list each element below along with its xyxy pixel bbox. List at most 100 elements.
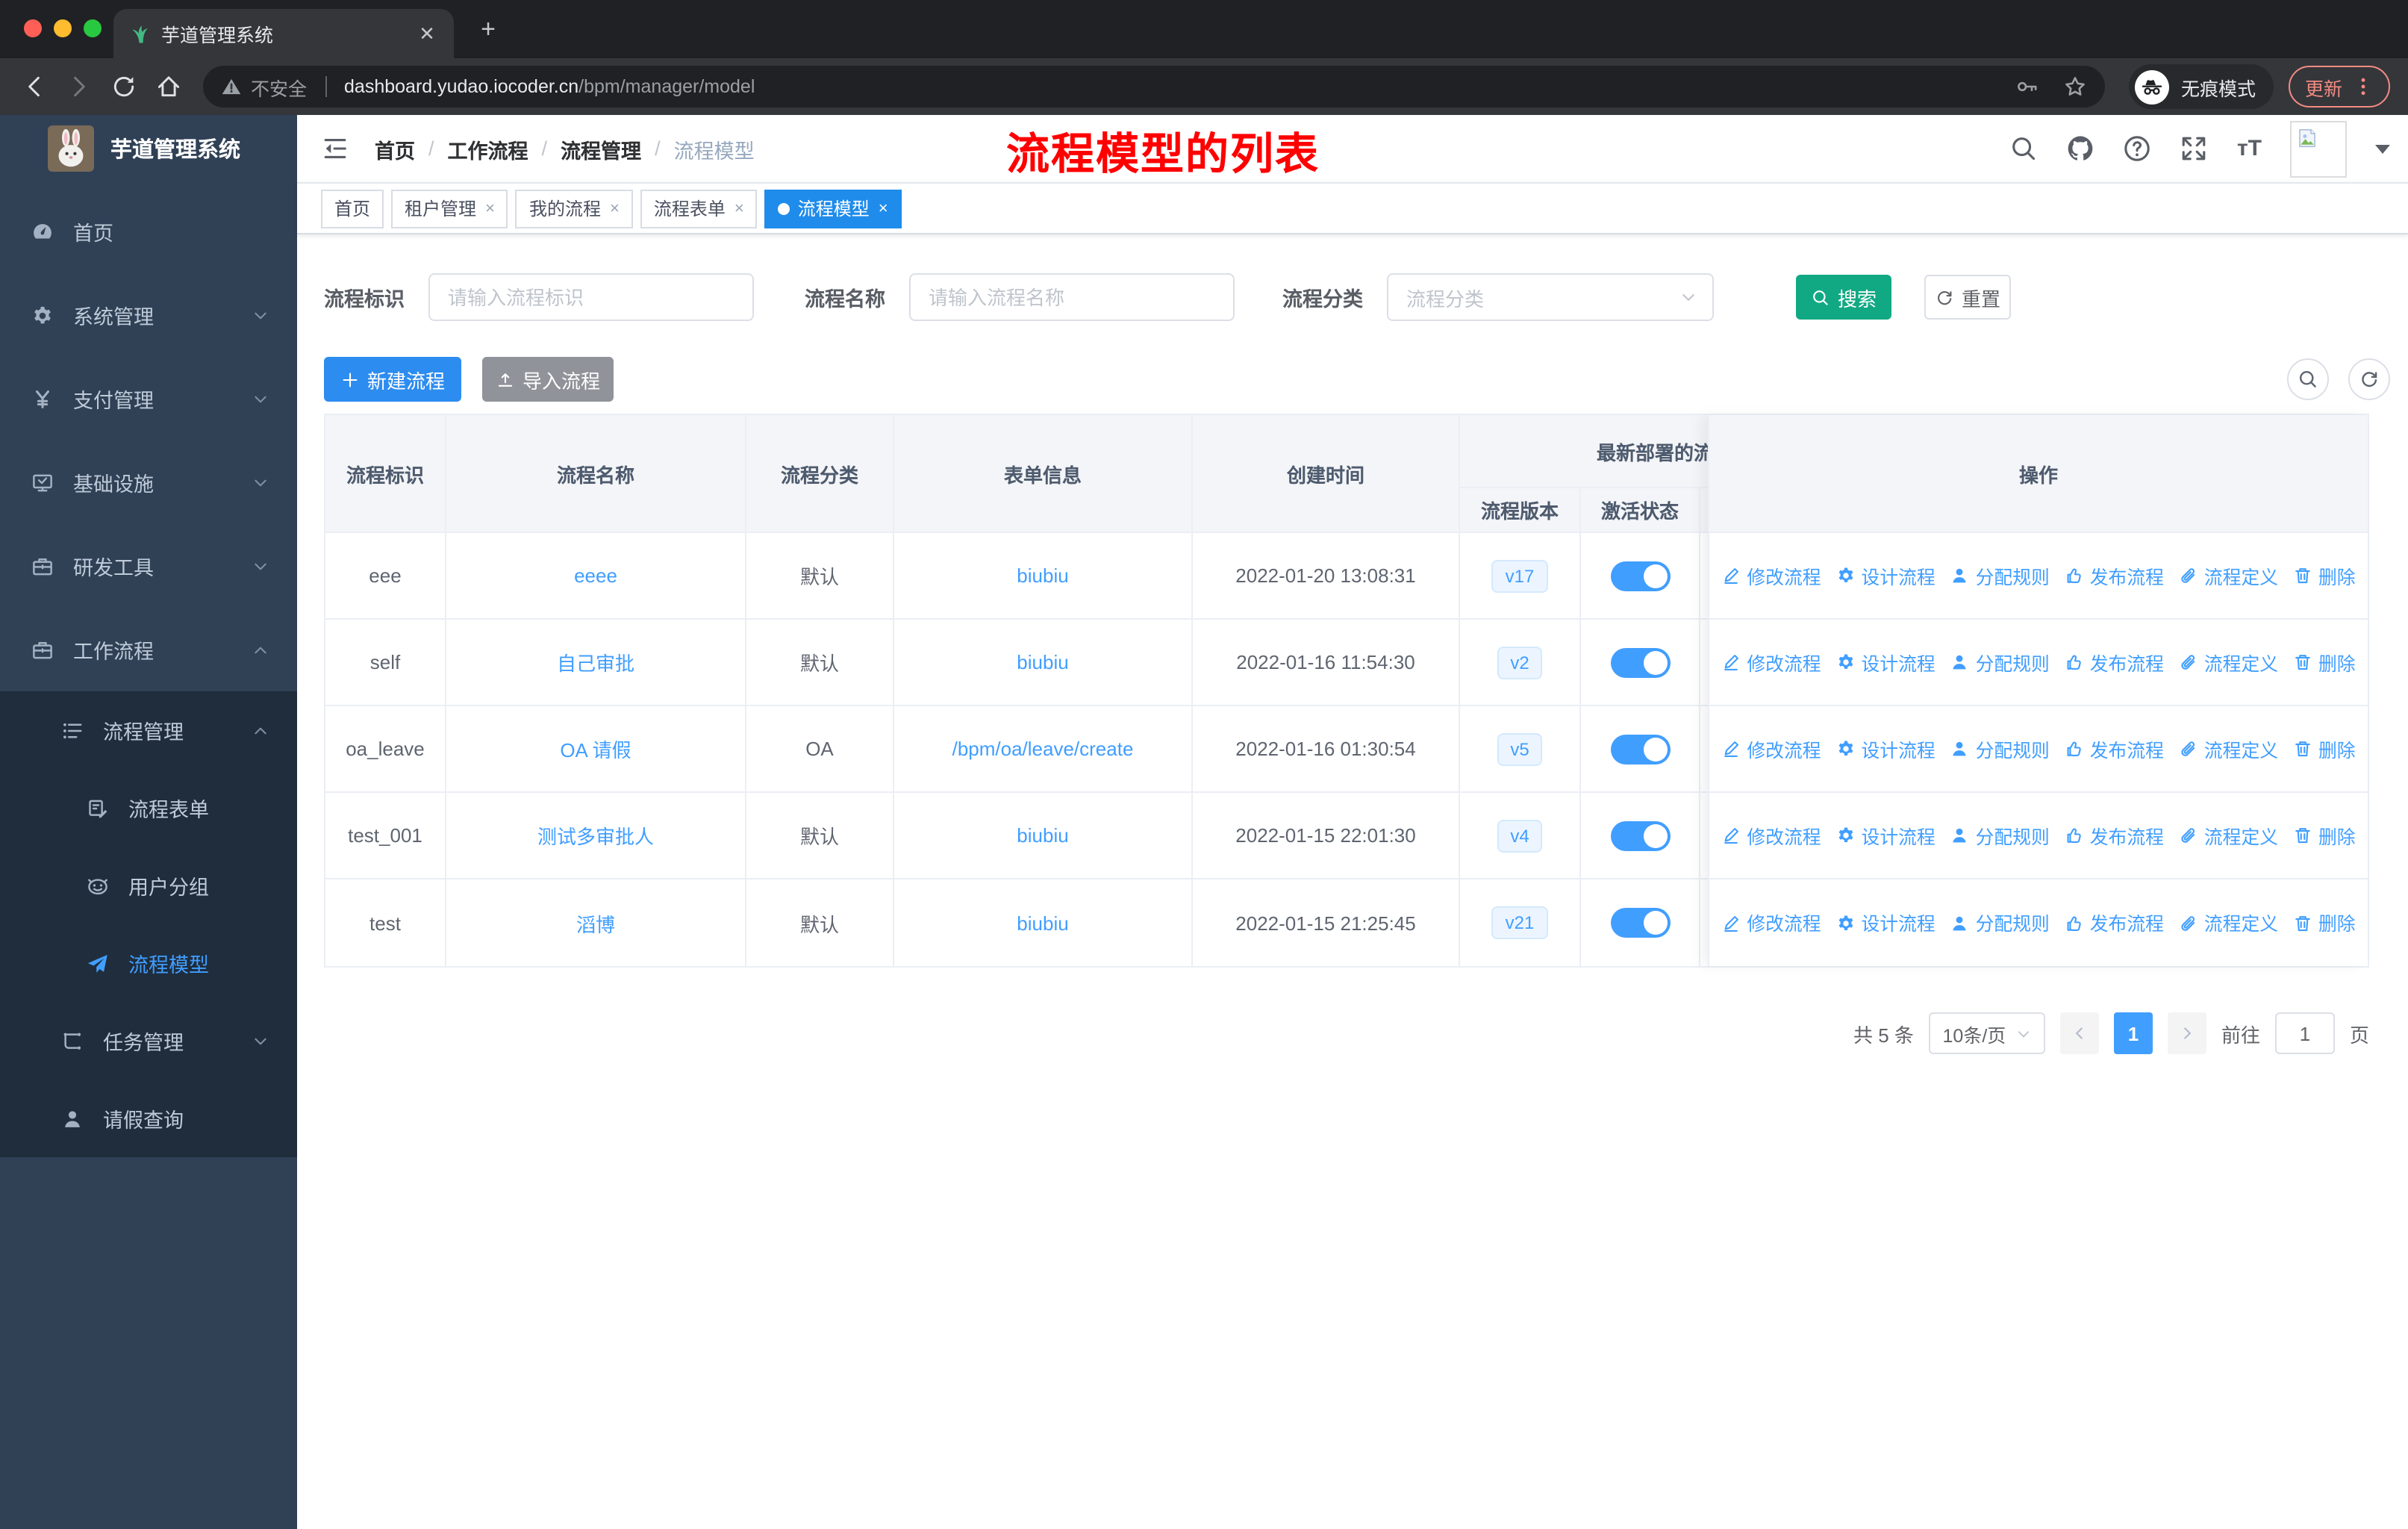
- tab-close-icon[interactable]: ×: [610, 199, 620, 217]
- process-name-link[interactable]: 测试多审批人: [446, 793, 746, 878]
- avatar[interactable]: [2290, 120, 2347, 177]
- form-info-link[interactable]: biubiu: [894, 879, 1193, 966]
- edit-process-link[interactable]: 修改流程: [1721, 562, 1821, 589]
- create-process-button[interactable]: 新建流程: [324, 357, 461, 402]
- assign-rule-link[interactable]: 分配规则: [1950, 822, 2050, 849]
- page-tab-3[interactable]: 流程表单 ×: [640, 189, 758, 228]
- design-process-link[interactable]: 设计流程: [1836, 822, 1936, 849]
- breadcrumb-home[interactable]: 首页: [375, 134, 415, 164]
- breadcrumb-process-manage[interactable]: 流程管理: [561, 134, 641, 164]
- url-bar[interactable]: 不安全 dashboard.yudao.iocoder.cn/bpm/manag…: [203, 66, 2105, 108]
- security-label[interactable]: 不安全: [251, 72, 307, 101]
- sidebar-item-tasks-10[interactable]: 任务管理: [0, 1002, 297, 1080]
- design-process-link[interactable]: 设计流程: [1836, 735, 1936, 762]
- sidebar-item-briefcase-5[interactable]: 工作流程: [0, 608, 297, 691]
- new-tab-button[interactable]: +: [472, 13, 505, 46]
- back-icon[interactable]: [15, 67, 54, 106]
- security-warning-icon[interactable]: [221, 76, 242, 97]
- url-text[interactable]: dashboard.yudao.iocoder.cn/bpm/manager/m…: [344, 76, 755, 97]
- page-tab-0[interactable]: 首页: [321, 189, 384, 228]
- sidebar-collapse-icon[interactable]: [321, 134, 349, 163]
- process-definition-link[interactable]: 流程定义: [2179, 822, 2278, 849]
- delete-link[interactable]: 删除: [2293, 649, 2356, 676]
- home-icon[interactable]: [149, 67, 188, 106]
- next-page-button[interactable]: [2167, 1012, 2206, 1054]
- sidebar-item-monitor-3[interactable]: 基础设施: [0, 440, 297, 524]
- refresh-table-button[interactable]: [2348, 358, 2390, 400]
- github-icon[interactable]: [2067, 134, 2095, 163]
- form-info-link[interactable]: biubiu: [894, 620, 1193, 705]
- import-process-button[interactable]: 导入流程: [482, 357, 614, 402]
- tab-close-icon[interactable]: ×: [734, 199, 744, 217]
- tab-close-icon[interactable]: ✕: [415, 22, 439, 46]
- active-toggle[interactable]: [1610, 561, 1670, 591]
- process-name-link[interactable]: 自己审批: [446, 620, 746, 705]
- fullscreen-icon[interactable]: [2180, 134, 2209, 163]
- process-definition-link[interactable]: 流程定义: [2179, 735, 2278, 762]
- bookmark-star-icon[interactable]: [2063, 75, 2087, 99]
- publish-process-link[interactable]: 发布流程: [2065, 822, 2164, 849]
- sidebar-logo[interactable]: 芋道管理系统: [0, 115, 297, 181]
- sidebar-item-listflow-6[interactable]: 流程管理: [0, 691, 297, 769]
- sidebar-item-dashboard-0[interactable]: 首页: [0, 190, 297, 273]
- maximize-window-button[interactable]: [84, 19, 102, 37]
- form-info-link[interactable]: biubiu: [894, 793, 1193, 878]
- edit-process-link[interactable]: 修改流程: [1721, 649, 1821, 676]
- assign-rule-link[interactable]: 分配规则: [1950, 735, 2050, 762]
- goto-page-input[interactable]: [2274, 1012, 2335, 1054]
- publish-process-link[interactable]: 发布流程: [2065, 562, 2164, 589]
- assign-rule-link[interactable]: 分配规则: [1950, 649, 2050, 676]
- browser-update-button[interactable]: 更新: [2288, 66, 2390, 108]
- font-size-icon[interactable]: ᴛT: [2237, 136, 2262, 161]
- breadcrumb-workflow[interactable]: 工作流程: [448, 134, 528, 164]
- active-toggle[interactable]: [1610, 734, 1670, 764]
- form-info-link[interactable]: biubiu: [894, 533, 1193, 618]
- tab-close-icon[interactable]: ×: [879, 199, 888, 217]
- forward-icon[interactable]: [60, 67, 99, 106]
- delete-link[interactable]: 删除: [2293, 735, 2356, 762]
- publish-process-link[interactable]: 发布流程: [2065, 909, 2164, 936]
- delete-link[interactable]: 删除: [2293, 562, 2356, 589]
- process-definition-link[interactable]: 流程定义: [2179, 562, 2278, 589]
- prev-page-button[interactable]: [2059, 1012, 2099, 1054]
- sidebar-item-send-9[interactable]: 流程模型: [0, 924, 297, 1002]
- process-definition-link[interactable]: 流程定义: [2179, 649, 2278, 676]
- browser-tab[interactable]: 芋道管理系统 ✕: [113, 9, 454, 58]
- design-process-link[interactable]: 设计流程: [1836, 649, 1936, 676]
- reset-button[interactable]: 重置: [1924, 275, 2011, 320]
- process-name-link[interactable]: OA 请假: [446, 706, 746, 791]
- close-window-button[interactable]: [24, 19, 42, 37]
- edit-process-link[interactable]: 修改流程: [1721, 822, 1821, 849]
- process-definition-link[interactable]: 流程定义: [2179, 909, 2278, 936]
- process-id-input[interactable]: [428, 273, 754, 321]
- search-button[interactable]: 搜索: [1796, 275, 1891, 320]
- page-tab-4[interactable]: 流程模型 ×: [764, 189, 902, 228]
- sidebar-item-yen-2[interactable]: 支付管理: [0, 357, 297, 440]
- active-toggle[interactable]: [1610, 908, 1670, 938]
- delete-link[interactable]: 删除: [2293, 909, 2356, 936]
- sidebar-item-robot-8[interactable]: 用户分组: [0, 847, 297, 924]
- reload-icon[interactable]: [105, 67, 143, 106]
- page-tab-2[interactable]: 我的流程 ×: [515, 189, 633, 228]
- assign-rule-link[interactable]: 分配规则: [1950, 909, 2050, 936]
- avatar-caret-icon[interactable]: [2375, 144, 2390, 153]
- sidebar-item-user-11[interactable]: 请假查询: [0, 1080, 297, 1157]
- page-tab-1[interactable]: 租户管理 ×: [391, 189, 508, 228]
- page-size-select[interactable]: 10条/页: [1928, 1012, 2045, 1054]
- edit-process-link[interactable]: 修改流程: [1721, 735, 1821, 762]
- design-process-link[interactable]: 设计流程: [1836, 909, 1936, 936]
- active-toggle[interactable]: [1610, 820, 1670, 850]
- design-process-link[interactable]: 设计流程: [1836, 562, 1936, 589]
- search-icon[interactable]: [2010, 134, 2039, 163]
- active-toggle[interactable]: [1610, 647, 1670, 677]
- key-icon[interactable]: [2015, 75, 2039, 99]
- process-name-link[interactable]: eeee: [446, 533, 746, 618]
- process-name-input[interactable]: [909, 273, 1235, 321]
- assign-rule-link[interactable]: 分配规则: [1950, 562, 2050, 589]
- show-search-button[interactable]: [2287, 358, 2329, 400]
- tab-close-icon[interactable]: ×: [485, 199, 495, 217]
- sidebar-item-briefcase-4[interactable]: 研发工具: [0, 524, 297, 608]
- form-info-link[interactable]: /bpm/oa/leave/create: [894, 706, 1193, 791]
- sidebar-item-form-7[interactable]: 流程表单: [0, 769, 297, 847]
- current-page-button[interactable]: 1: [2113, 1012, 2153, 1054]
